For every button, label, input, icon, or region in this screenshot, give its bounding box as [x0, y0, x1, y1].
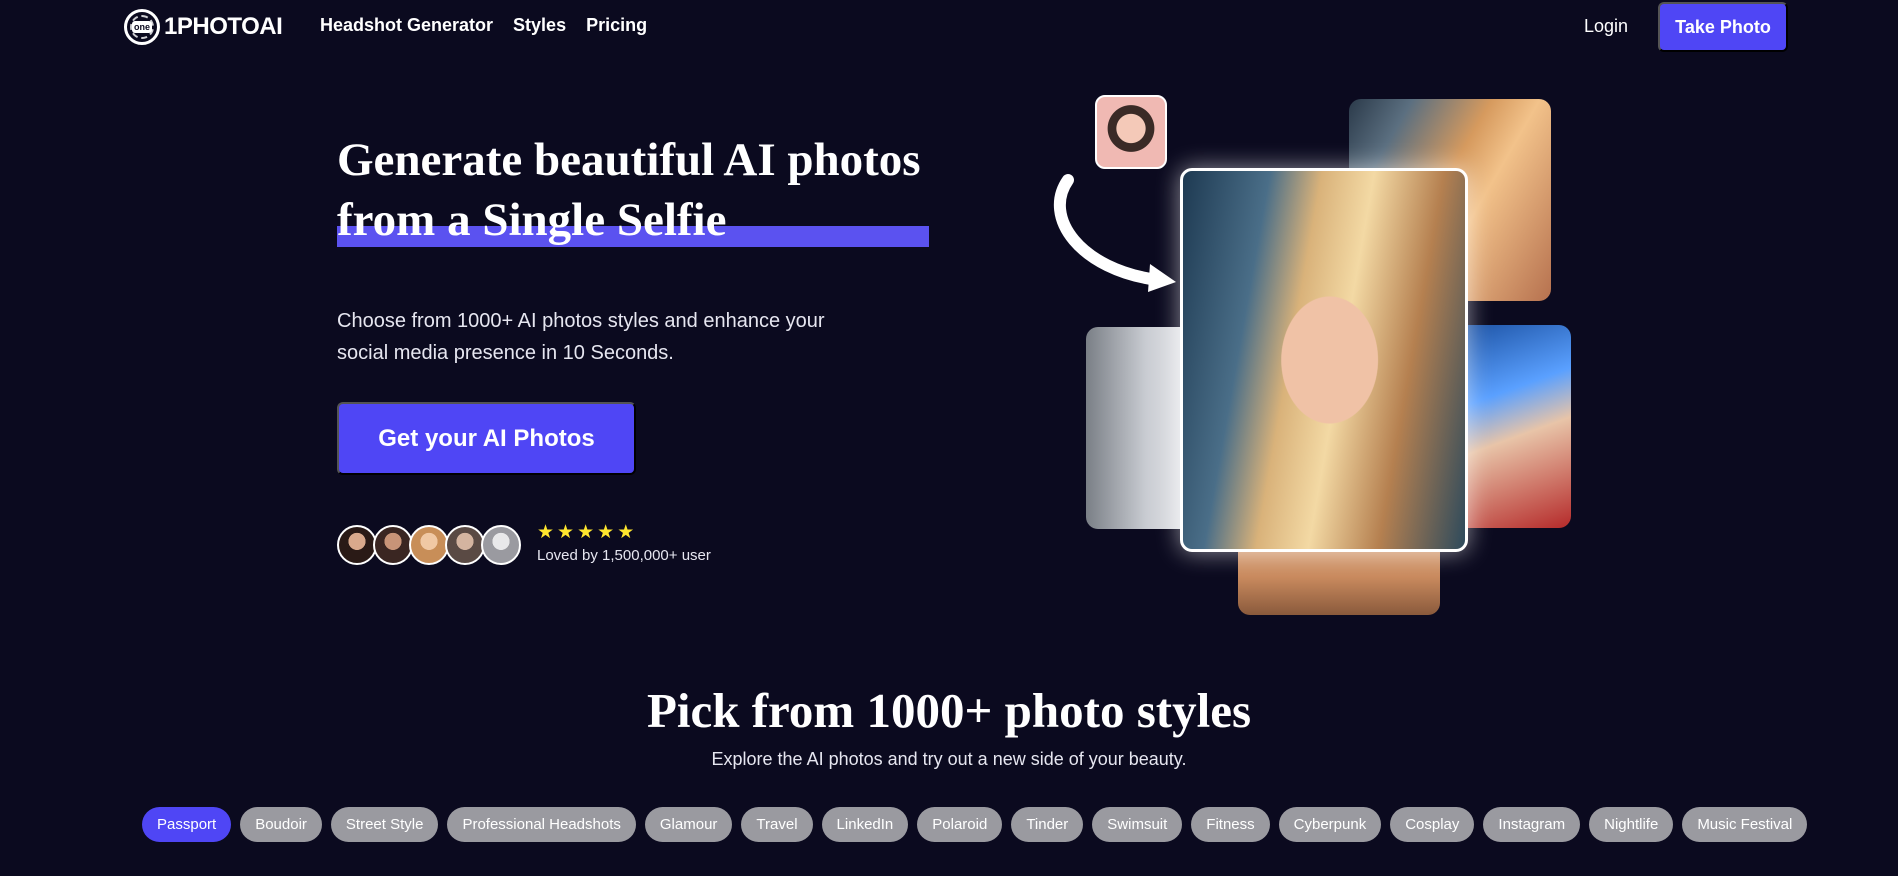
star-icon: ★ — [597, 522, 615, 543]
star-icon: ★ — [617, 522, 635, 543]
hero-title-line-2: from a Single Selfie — [337, 194, 727, 246]
curved-arrow-icon — [1053, 174, 1176, 292]
nav-link-styles[interactable]: Styles — [513, 15, 566, 36]
styles-section-subtitle: Explore the AI photos and try out a new … — [711, 749, 1187, 769]
nav-links: Headshot Generator Styles Pricing — [320, 15, 647, 36]
style-chip-instagram[interactable]: Instagram — [1483, 807, 1581, 842]
selfie-input-photo — [1095, 95, 1167, 169]
style-chip-nightlife[interactable]: Nightlife — [1589, 807, 1674, 842]
sample-photo-right — [1450, 325, 1571, 528]
logo[interactable]: one 1PHOTOAI — [124, 9, 283, 45]
avatar — [481, 525, 521, 565]
style-chip-cosplay[interactable]: Cosplay — [1390, 807, 1475, 842]
take-photo-button[interactable]: Take Photo — [1658, 2, 1788, 52]
style-chip-glamour[interactable]: Glamour — [644, 807, 733, 842]
nav-link-headshot-generator[interactable]: Headshot Generator — [320, 15, 493, 36]
styles-section-title: Pick from 1000+ photo styles — [646, 683, 1252, 738]
get-ai-photos-button[interactable]: Get your AI Photos — [337, 402, 636, 475]
style-chip-passport[interactable]: Passport — [142, 807, 232, 842]
logo-badge-icon: one — [124, 9, 160, 45]
style-chip-cyberpunk[interactable]: Cyberpunk — [1278, 807, 1382, 842]
rating-stars: ★ ★ ★ ★ ★ — [537, 522, 634, 544]
style-chip-professional-headshots[interactable]: Professional Headshots — [447, 807, 636, 842]
top-nav: one 1PHOTOAI Headshot Generator Styles P… — [0, 0, 1898, 52]
nav-link-pricing[interactable]: Pricing — [586, 15, 647, 36]
style-chip-linkedin[interactable]: LinkedIn — [821, 807, 909, 842]
loved-by-text: Loved by 1,500,000+ user — [537, 547, 711, 564]
star-icon: ★ — [577, 522, 595, 543]
style-chip-polaroid[interactable]: Polaroid — [917, 807, 1003, 842]
style-chip-swimsuit[interactable]: Swimsuit — [1092, 807, 1183, 842]
style-chip-street-style[interactable]: Street Style — [330, 807, 439, 842]
avatar — [445, 525, 485, 565]
main-ai-photo — [1180, 168, 1468, 552]
avatar — [409, 525, 449, 565]
login-link[interactable]: Login — [1584, 16, 1628, 37]
hero-subtitle: Choose from 1000+ AI photos styles and e… — [337, 310, 825, 364]
style-chip-music-festival[interactable]: Music Festival — [1682, 807, 1808, 842]
user-avatars — [337, 525, 521, 565]
style-chip-fitness[interactable]: Fitness — [1191, 807, 1270, 842]
star-icon: ★ — [537, 522, 555, 543]
hero-title-line-1: Generate beautiful AI photos — [337, 134, 921, 186]
hero-title: Generate beautiful AI photos from a Sing… — [337, 130, 1017, 250]
style-chip-travel[interactable]: Travel — [741, 807, 813, 842]
star-icon: ★ — [557, 522, 575, 543]
style-chip-boudoir[interactable]: Boudoir — [240, 807, 322, 842]
avatar — [337, 525, 377, 565]
avatar — [373, 525, 413, 565]
style-chip-tinder[interactable]: Tinder — [1011, 807, 1084, 842]
logo-text: 1PHOTOAI — [164, 13, 283, 40]
style-chips: Passport Boudoir Street Style Profession… — [142, 807, 1808, 842]
